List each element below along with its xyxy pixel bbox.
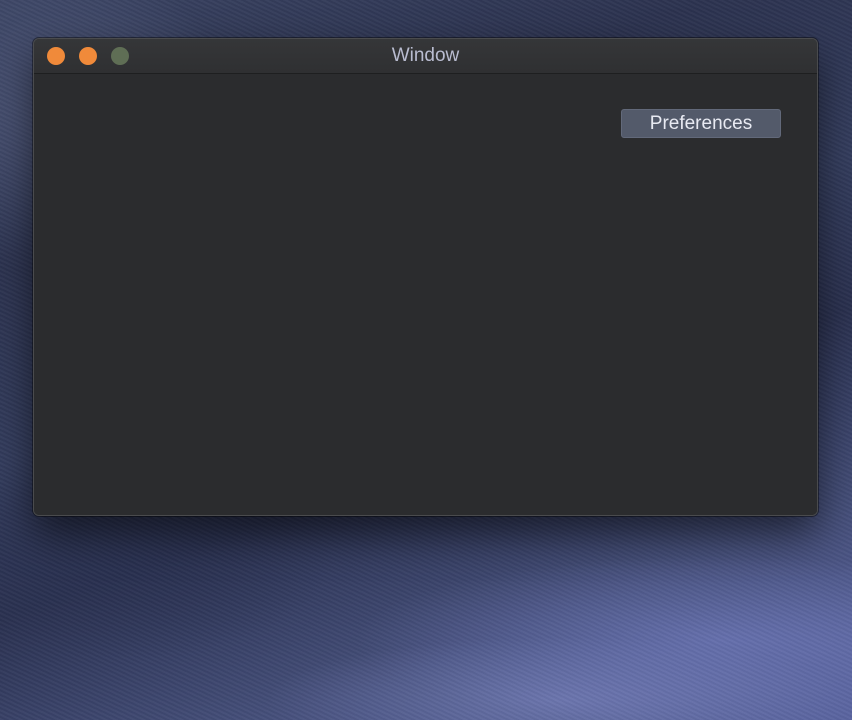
app-window: Window Preferences [33,38,818,516]
window-content: Preferences [34,74,817,515]
preferences-button[interactable]: Preferences [621,109,781,138]
window-title: Window [391,45,460,66]
title-bar[interactable]: Window [34,39,817,74]
